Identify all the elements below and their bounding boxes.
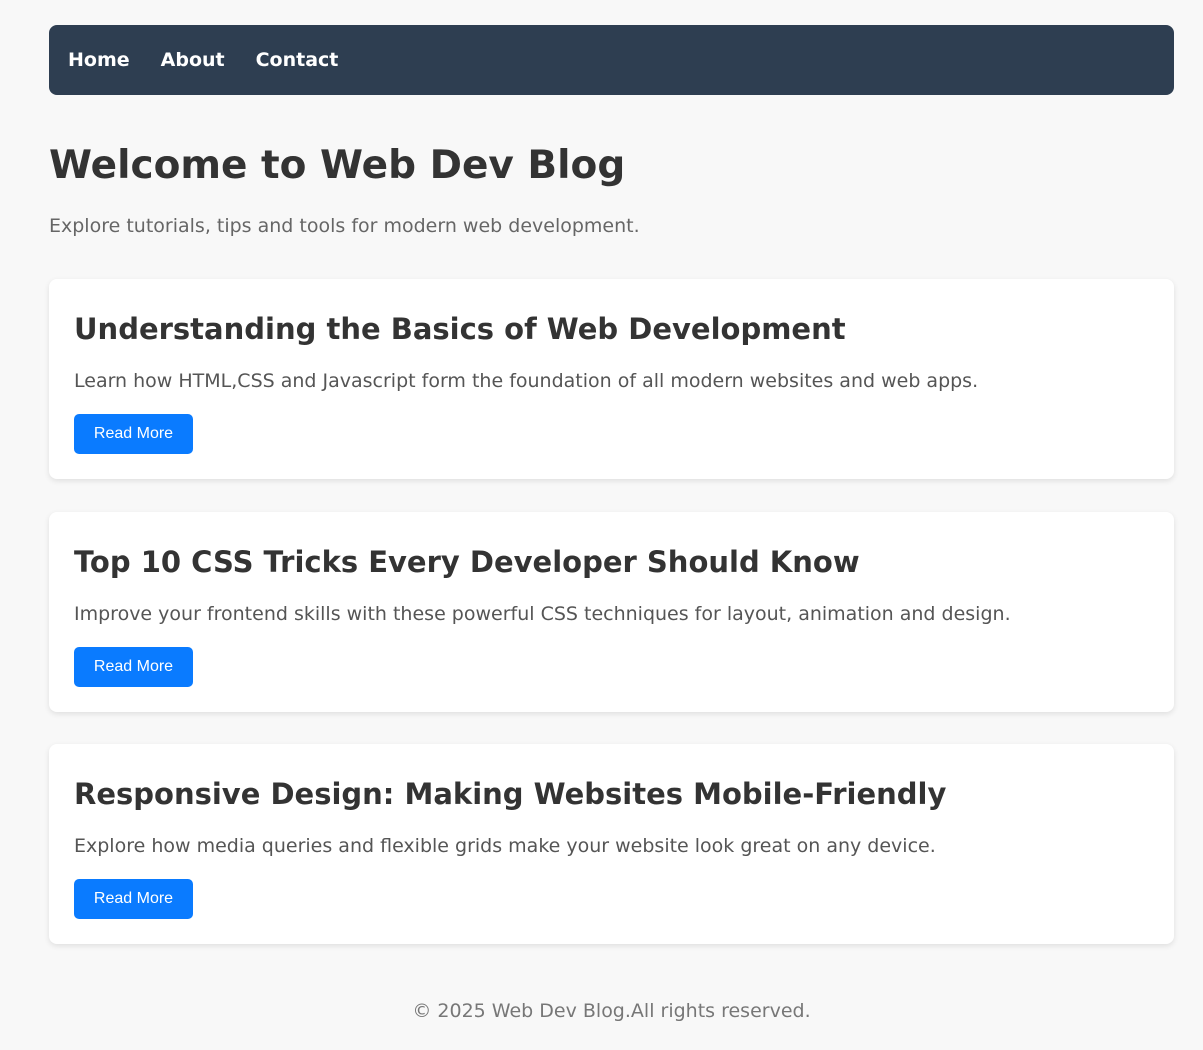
- top-navbar: Home About Contact: [49, 25, 1174, 95]
- post-excerpt: Learn how HTML,CSS and Javascript form t…: [74, 370, 979, 392]
- page-title: Welcome to Web Dev Blog: [49, 143, 626, 188]
- read-more-button[interactable]: Read More: [74, 879, 193, 919]
- post-card-responsive-design: Responsive Design: Making Websites Mobil…: [49, 744, 1174, 944]
- nav-link-contact[interactable]: Contact: [256, 49, 339, 71]
- post-excerpt: Explore how media queries and flexible g…: [74, 835, 936, 857]
- read-more-button[interactable]: Read More: [74, 414, 193, 454]
- nav-link-about[interactable]: About: [161, 49, 225, 71]
- post-card-web-basics: Understanding the Basics of Web Developm…: [49, 279, 1174, 479]
- nav-link-home[interactable]: Home: [68, 49, 130, 71]
- page-subtitle: Explore tutorials, tips and tools for mo…: [49, 215, 640, 237]
- read-more-button[interactable]: Read More: [74, 647, 193, 687]
- post-card-css-tricks: Top 10 CSS Tricks Every Developer Should…: [49, 512, 1174, 712]
- post-title: Understanding the Basics of Web Developm…: [74, 312, 846, 346]
- post-title: Responsive Design: Making Websites Mobil…: [74, 777, 947, 811]
- post-excerpt: Improve your frontend skills with these …: [74, 603, 1011, 625]
- post-title: Top 10 CSS Tricks Every Developer Should…: [74, 545, 860, 579]
- footer-copyright: © 2025 Web Dev Blog.All rights reserved.: [412, 1000, 811, 1022]
